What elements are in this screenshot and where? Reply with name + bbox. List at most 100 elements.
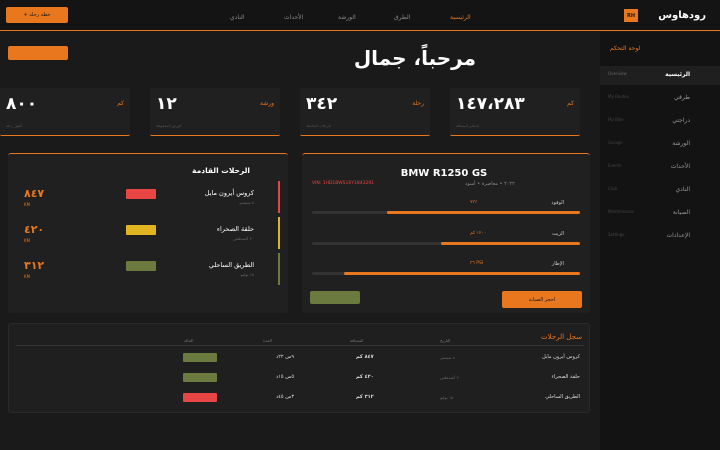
trip-date: ٢٠ أغسطس — [233, 236, 254, 241]
sidebar-item-en: Maintenance — [608, 209, 634, 214]
trip-status-tag — [126, 261, 156, 271]
nav-club[interactable]: النادي — [230, 14, 245, 21]
sidebar-item-en: Events — [608, 163, 622, 168]
bike-model: BMW R1250 GS — [400, 168, 488, 179]
nav-events[interactable]: الأحداث — [284, 14, 303, 21]
row-name: كروس أيرون مايل — [542, 354, 580, 360]
gauge-label: الزيت — [552, 231, 564, 237]
stat-card-rides: ٣٤٢ رحلة الرحلات المكتملة — [300, 88, 430, 136]
sidebar-item-routes[interactable]: My Routes طرقي — [600, 89, 720, 108]
secondary-button[interactable] — [310, 291, 360, 304]
stat-label: الورش المحفوظة — [156, 124, 182, 128]
fuel-gauge — [312, 211, 580, 214]
sidebar-item-label: الإعدادات — [666, 232, 690, 239]
trip-date: ٨ سبتمبر — [239, 200, 254, 205]
trip-distance: ٨٤٧ — [24, 187, 45, 200]
upcoming-trip[interactable]: ٨٤٧ KM كروس أيرون مايل ٨ سبتمبر — [14, 181, 280, 213]
sidebar-item-label: الرئيسية — [665, 71, 690, 78]
gauge-label: الإطار — [551, 261, 564, 267]
stat-value: ١٢ — [156, 94, 177, 114]
trip-date: ١٥ يوليو — [240, 272, 254, 277]
oil-gauge — [312, 242, 580, 245]
table-row[interactable]: كروس أيرون مايل ٨ سبتمبر ٨٤٧ كم ٩س ٢٢د — [16, 350, 584, 366]
sidebar-item-overview[interactable]: Overview الرئيسية — [600, 66, 720, 85]
trip-distance: ٣١٢ — [24, 259, 45, 272]
row-duration: ٥س ١٥د — [276, 374, 294, 380]
col-distance: المسافة — [350, 338, 364, 343]
trip-name: حلقة الصحراء — [216, 225, 254, 233]
sidebar-item-en: My Routes — [608, 94, 629, 99]
row-distance: ٣١٢ كم — [356, 394, 374, 400]
bike-vin: VIN: 1HD1BWS16Y1843291 — [312, 181, 375, 186]
trip-name: كروس أيرون مايل — [204, 189, 254, 197]
stat-label: أطول رحلة — [6, 124, 23, 128]
gauge-value: ٣٦ PSI — [470, 261, 484, 266]
row-status-badge — [183, 373, 217, 382]
table-row[interactable]: حلقة الصحراء ٢٠ أغسطس ٤٢٠ كم ٥س ١٥د — [16, 370, 584, 386]
plan-trip-button[interactable]: + خطة رحلة — [6, 7, 68, 23]
gauge-label: الوقود — [551, 200, 564, 206]
row-distance: ٨٤٧ كم — [356, 354, 374, 360]
gauge-fill — [440, 242, 580, 245]
row-date: ٨ سبتمبر — [440, 355, 455, 360]
gauge-value: ٧٢٪ — [470, 200, 478, 205]
col-duration: المدة — [263, 338, 272, 343]
row-name: حلقة الصحراء — [551, 374, 580, 380]
stat-value: ١٤٧،٢٨٣ — [456, 94, 525, 114]
sidebar-item-settings[interactable]: Settings الإعدادات — [600, 227, 720, 246]
sidebar-item-label: النادي — [675, 186, 690, 193]
nav-garage[interactable]: الورشة — [338, 14, 356, 21]
stat-card-total-distance: ١٤٧،٢٨٣ كم إجمالي المسافة — [450, 88, 580, 136]
sidebar-item-label: طرقي — [674, 94, 690, 101]
trip-unit: KM — [24, 274, 31, 279]
tire-gauge — [312, 272, 580, 275]
upcoming-trip[interactable]: ٣١٢ KM الطريق الساحلي ١٥ يوليو — [14, 253, 280, 285]
header-action-button[interactable] — [8, 46, 68, 60]
gauge-value: ١٢٠٠ كم — [470, 231, 487, 236]
sidebar-item-bike[interactable]: My Bike دراجتي — [600, 112, 720, 131]
table-row[interactable]: الطريق الساحلي ١٥ يوليو ٣١٢ كم ٣س ٤٥د — [16, 390, 584, 406]
sidebar-item-en: Garage — [608, 140, 623, 145]
sidebar-item-en: Club — [608, 186, 617, 191]
col-status: الحالة — [184, 338, 194, 343]
row-duration: ٩س ٢٢د — [276, 354, 294, 360]
bike-meta: ٢٠٢٢ • معاصرة • أسود — [465, 181, 515, 187]
sidebar-item-events[interactable]: Events الأحداث — [600, 158, 720, 177]
nav-routes[interactable]: الطرق — [394, 14, 410, 21]
book-service-button[interactable]: احجز الصيانة — [502, 291, 582, 308]
top-bar — [0, 0, 720, 31]
stat-unit: رحلة — [412, 100, 424, 107]
stat-unit: كم — [567, 100, 574, 107]
ride-log-title: سجل الرحلات — [541, 333, 582, 341]
sidebar-item-garage[interactable]: Garage الورشة — [600, 135, 720, 154]
row-status-badge — [183, 353, 217, 362]
sidebar-item-maintenance[interactable]: Maintenance الصيانة — [600, 204, 720, 223]
trip-status-tag — [126, 189, 156, 199]
divider — [16, 345, 584, 346]
trip-unit: KM — [24, 238, 31, 243]
col-date: التاريخ — [440, 338, 451, 343]
stat-value: ٨٠٠ — [6, 94, 38, 114]
stat-card-garages: ١٢ ورشة الورش المحفوظة — [150, 88, 280, 136]
nav-home[interactable]: الرئيسية — [450, 14, 471, 21]
row-name: الطريق الساحلي — [545, 394, 580, 400]
sidebar-item-en: Overview — [608, 71, 627, 76]
stat-unit: كم — [117, 100, 124, 107]
brand-name[interactable]: رودهاوس — [646, 10, 706, 21]
row-date: ٢٠ أغسطس — [440, 375, 461, 380]
sidebar-item-label: دراجتي — [672, 117, 690, 124]
page-title: مرحباً، جمال — [353, 46, 476, 70]
stat-label: الرحلات المكتملة — [306, 124, 331, 128]
row-date: ١٥ يوليو — [440, 395, 454, 400]
stat-label: إجمالي المسافة — [456, 124, 480, 128]
row-duration: ٣س ٤٥د — [276, 394, 294, 400]
stat-unit: ورشة — [259, 100, 274, 107]
stat-value: ٣٤٢ — [306, 94, 338, 114]
sidebar-item-en: Settings — [608, 232, 625, 237]
upcoming-trip[interactable]: ٤٢٠ KM حلقة الصحراء ٢٠ أغسطس — [14, 217, 280, 249]
row-distance: ٤٢٠ كم — [356, 374, 374, 380]
sidebar-item-label: الصيانة — [672, 209, 690, 216]
upcoming-title: الرحلات القادمة — [192, 166, 250, 175]
sidebar-item-club[interactable]: Club النادي — [600, 181, 720, 200]
trip-status-tag — [126, 225, 156, 235]
